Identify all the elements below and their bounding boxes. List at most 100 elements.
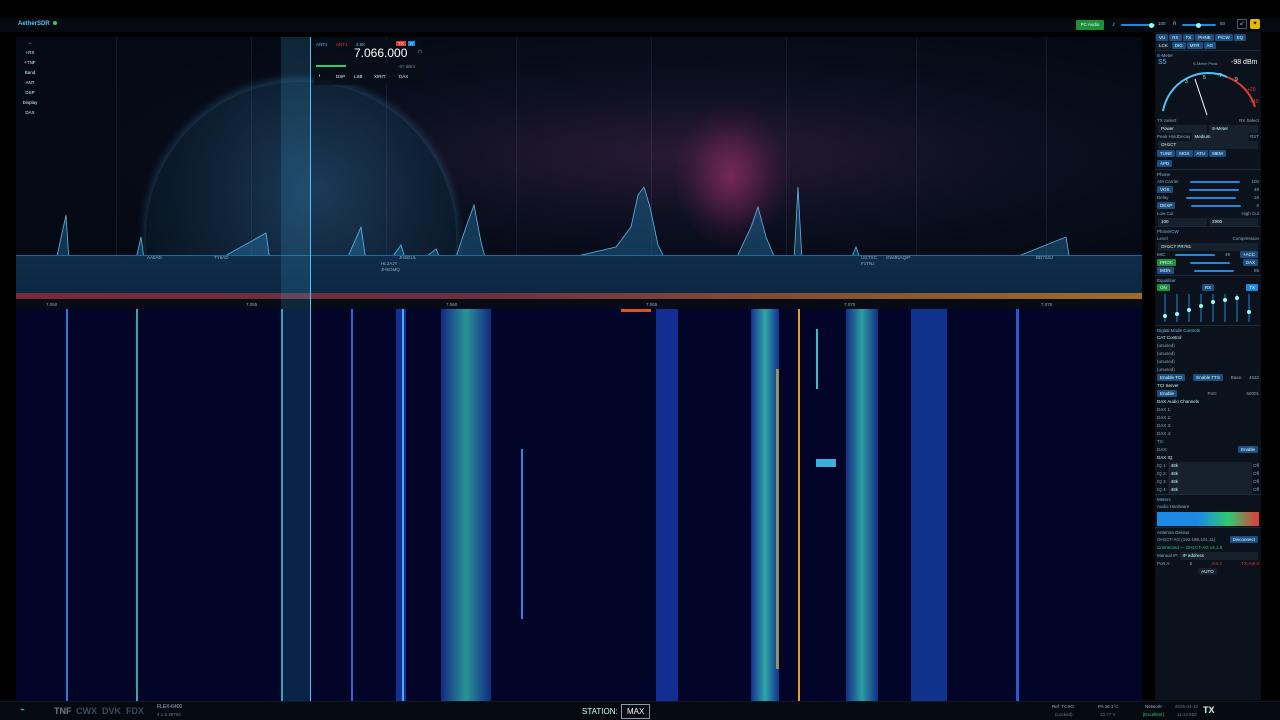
- dax-channel-row[interactable]: DAX 4:: [1155, 430, 1261, 438]
- iq-state-button[interactable]: Off: [1253, 470, 1259, 478]
- iq-state-button[interactable]: Off: [1253, 462, 1259, 470]
- dexp-slider[interactable]: [1191, 205, 1242, 207]
- dax-channel-row[interactable]: DAX 2:: [1155, 414, 1261, 422]
- tnf-toggle[interactable]: TNF: [54, 706, 72, 716]
- phne-button[interactable]: PHNE: [1195, 34, 1214, 41]
- spot-label[interactable]: AA5AD: [147, 255, 162, 260]
- mic-select[interactable]: MIC: [1157, 251, 1165, 259]
- spot-label[interactable]: TY5AD: [214, 255, 229, 260]
- delay-slider[interactable]: [1186, 197, 1237, 199]
- speaker-icon[interactable]: ◖: [318, 73, 321, 78]
- vu-button[interactable]: VU: [1156, 34, 1169, 41]
- high-cut-value[interactable]: 2900: [1209, 218, 1258, 226]
- dax-channel-row[interactable]: DAX 1:: [1155, 406, 1261, 414]
- iq-state-button[interactable]: Off: [1253, 478, 1259, 486]
- vox-slider[interactable]: [1188, 189, 1239, 191]
- mtr-button[interactable]: MTR: [1186, 42, 1203, 49]
- mic-slider[interactable]: [1175, 254, 1216, 256]
- dax-channel-row[interactable]: TX:: [1155, 438, 1261, 446]
- auto-button[interactable]: AUTO: [1198, 568, 1217, 575]
- cat-row[interactable]: (unused): [1155, 342, 1261, 350]
- iq-rate-select[interactable]: 48k: [1167, 478, 1253, 486]
- dvk-toggle[interactable]: DVK: [102, 706, 121, 716]
- collapse-arrow-icon[interactable]: ←: [18, 38, 42, 48]
- spot-label[interactable]: GW4NAQ/P: [886, 255, 910, 260]
- tci-port-value[interactable]: 50001: [1246, 390, 1259, 398]
- vox-button[interactable]: VOX: [1157, 186, 1173, 193]
- port-a-antenna[interactable]: Ant 2: [1211, 560, 1222, 568]
- iq-state-button[interactable]: Off: [1253, 486, 1259, 494]
- cat-row[interactable]: (unused): [1155, 366, 1261, 374]
- am-carrier-slider[interactable]: [1190, 181, 1241, 183]
- pcw-button[interactable]: P/CW: [1214, 34, 1233, 41]
- display-button[interactable]: Display: [18, 98, 42, 108]
- dexp-button[interactable]: DEXP: [1157, 202, 1176, 209]
- spot-label[interactable]: F1TNJ: [861, 261, 875, 266]
- rx-antenna[interactable]: ANT1: [316, 42, 328, 47]
- iq-rate-select[interactable]: 48k: [1167, 470, 1253, 478]
- add-rx-button[interactable]: +RX: [18, 48, 42, 58]
- mon-slider[interactable]: [1194, 270, 1235, 272]
- manual-ip-input[interactable]: IP address: [1179, 552, 1258, 560]
- cat-row[interactable]: (unused): [1155, 358, 1261, 366]
- dig-button[interactable]: DIG: [1171, 42, 1186, 49]
- decay-select[interactable]: Medium: [1191, 133, 1249, 141]
- tx-button[interactable]: TX: [1182, 34, 1195, 41]
- peak-hold-label[interactable]: Peak Hold: [1157, 133, 1178, 141]
- band-button[interactable]: Band: [18, 68, 42, 78]
- panadapter-area[interactable]: AA5AD TY5AD HL2AJY JH5GUL JH5OMQ UI1TXC …: [16, 37, 1142, 701]
- iq-rate-select[interactable]: 48k: [1167, 462, 1253, 470]
- dax-tx-button[interactable]: DAX: [1242, 259, 1258, 266]
- enable-tts-button[interactable]: Enable TTS: [1193, 374, 1223, 381]
- fdx-toggle[interactable]: FDX: [126, 706, 144, 716]
- tx-antenna[interactable]: ANT1: [336, 42, 348, 47]
- rx-button[interactable]: RX: [1169, 34, 1182, 41]
- equalizer-sliders[interactable]: [1155, 292, 1261, 324]
- headphone-volume-slider[interactable]: [1182, 22, 1216, 28]
- enable-tci-button[interactable]: Enable TCI: [1157, 374, 1186, 381]
- proc-button[interactable]: PROC: [1157, 259, 1177, 266]
- lock-icon[interactable]: ⊓: [418, 49, 422, 55]
- eq-on-button[interactable]: ON: [1157, 284, 1170, 291]
- mic-profile-select[interactable]: OH1CT PR781: [1158, 243, 1258, 251]
- tx-meter-select[interactable]: Power: [1158, 125, 1207, 133]
- xrit-button[interactable]: X/RIT: [374, 74, 386, 79]
- eq-button[interactable]: EQ: [1233, 34, 1247, 41]
- eq-tx-button[interactable]: TX: [1246, 284, 1258, 291]
- iq-rate-select[interactable]: 48k: [1167, 486, 1253, 494]
- dsp-button[interactable]: DSP: [336, 74, 345, 79]
- master-volume-slider[interactable]: [1121, 22, 1155, 28]
- slice-filter-passband[interactable]: [281, 37, 311, 701]
- base-value[interactable]: 4532: [1249, 374, 1259, 382]
- dax-button[interactable]: DAX: [399, 74, 408, 79]
- ag-button[interactable]: AG: [1203, 42, 1217, 49]
- lck-button[interactable]: LCK: [1156, 42, 1171, 49]
- cwx-toggle[interactable]: CWX: [76, 706, 97, 716]
- panadapter[interactable]: AA5AD TY5AD HL2AJY JH5GUL JH5OMQ UI1TXC …: [16, 37, 1142, 392]
- mon-button[interactable]: MON: [1157, 267, 1174, 274]
- mode-button[interactable]: LSB: [354, 74, 363, 79]
- resize-icon[interactable]: ↙: [1237, 19, 1247, 29]
- acc-button[interactable]: +ACC: [1239, 251, 1258, 258]
- spot-label[interactable]: JH5GUL: [399, 255, 416, 260]
- spot-label[interactable]: JH5OMQ: [381, 267, 400, 272]
- eq-rx-button[interactable]: RX: [1201, 284, 1215, 291]
- tx-profile-select[interactable]: OH1CT: [1158, 141, 1258, 149]
- tci-enable-button[interactable]: Enable: [1157, 390, 1178, 397]
- rx-meter-select[interactable]: S-Meter: [1209, 125, 1258, 133]
- dax-enable-button[interactable]: Enable: [1237, 446, 1258, 453]
- rst-button[interactable]: RST: [1250, 133, 1259, 141]
- dax-channel-row[interactable]: DAX 3:: [1155, 422, 1261, 430]
- apd-button[interactable]: APD: [1157, 160, 1173, 167]
- mox-button[interactable]: MOX: [1176, 150, 1193, 157]
- port-a-tx-antenna[interactable]: TX-Ant 2: [1241, 560, 1259, 568]
- pc-audio-button[interactable]: PC Audio: [1076, 20, 1104, 30]
- atu-button[interactable]: ATU: [1193, 150, 1209, 157]
- mem-button[interactable]: MEM: [1209, 150, 1226, 157]
- slice-center-line[interactable]: [310, 37, 311, 701]
- slice-letter[interactable]: A: [408, 41, 416, 46]
- disconnect-button[interactable]: Disconnect: [1229, 536, 1258, 543]
- waterfall[interactable]: [16, 309, 1142, 701]
- spot-label[interactable]: UI1TXC: [861, 255, 877, 260]
- add-tnf-button[interactable]: +TNF: [18, 58, 42, 68]
